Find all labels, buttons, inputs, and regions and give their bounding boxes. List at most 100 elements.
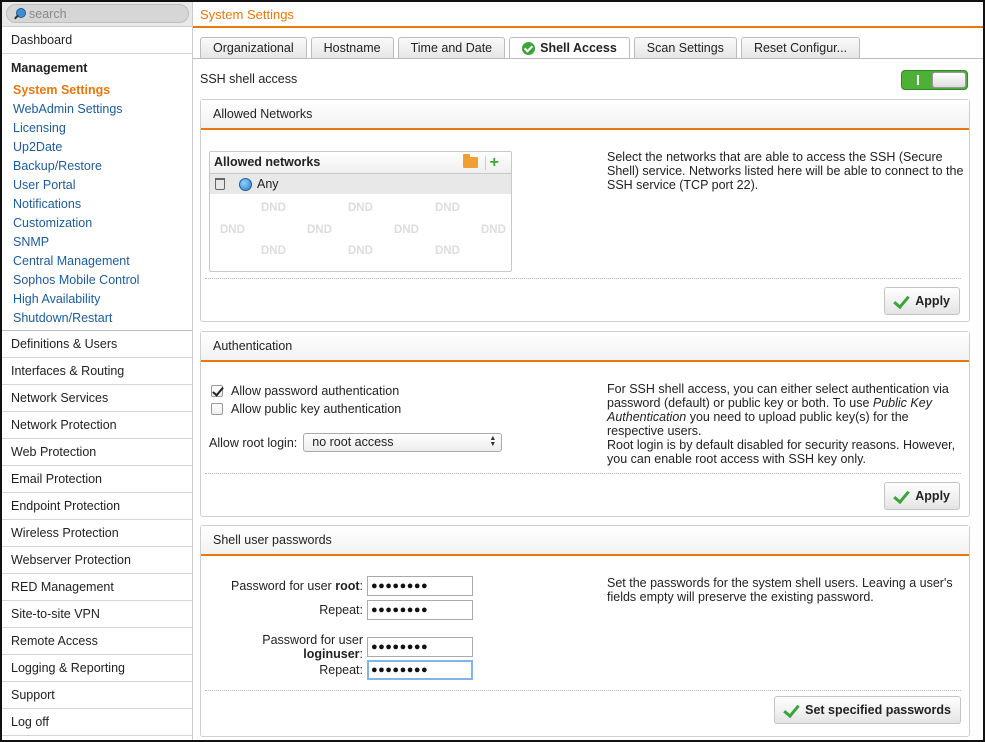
allow-password-auth-checkbox-row[interactable]: Allow password authentication: [211, 384, 399, 398]
root-repeat-row: Repeat: ●●●●●●●●: [201, 600, 473, 620]
management-group: Management System Settings WebAdmin Sett…: [2, 54, 192, 331]
sidebar-item-webserver-protection[interactable]: Webserver Protection: [2, 547, 192, 574]
sidebar-heading-management[interactable]: Management: [2, 54, 192, 81]
username: root: [335, 579, 360, 593]
sidebar-item-network-services[interactable]: Network Services: [2, 385, 192, 412]
sidebar-item-email-protection[interactable]: Email Protection: [2, 466, 192, 493]
shell-passwords-help: Set the passwords for the system shell u…: [607, 576, 953, 604]
allow-pubkey-auth-checkbox[interactable]: [211, 403, 223, 415]
add-icon[interactable]: +: [490, 155, 499, 171]
help-text: Root login is by default disabled for se…: [607, 438, 956, 466]
dnd-hint: DND: [307, 224, 332, 236]
allowed-networks-box-title: Allowed networks: [214, 155, 321, 169]
label-text: Password for user: [230, 579, 336, 593]
sidebar-subitem-sophos-mobile-control[interactable]: Sophos Mobile Control: [2, 271, 192, 290]
sidebar-subitem-customization[interactable]: Customization: [2, 214, 192, 233]
apply-label: Apply: [915, 489, 950, 503]
loginuser-repeat-row: Repeat: ●●●●●●●●: [201, 660, 473, 680]
globe-icon: [239, 177, 252, 191]
search-icon: [13, 7, 27, 21]
tab-time-and-date[interactable]: Time and Date: [397, 37, 506, 58]
sidebar-item-remote-access[interactable]: Remote Access: [2, 628, 192, 655]
dnd-hint: DND: [348, 202, 373, 214]
loginuser-password-row: Password for user loginuser: ●●●●●●●●: [201, 633, 473, 661]
sidebar-subitem-snmp[interactable]: SNMP: [2, 233, 192, 252]
sidebar-item-web-protection[interactable]: Web Protection: [2, 439, 192, 466]
folder-icon[interactable]: [463, 154, 478, 168]
network-name: Any: [257, 177, 279, 191]
sidebar-item-support[interactable]: Support: [2, 682, 192, 709]
search-placeholder: search: [29, 6, 67, 21]
sidebar-subitem-backup-restore[interactable]: Backup/Restore: [2, 157, 192, 176]
sidebar-item-network-protection[interactable]: Network Protection: [2, 412, 192, 439]
dnd-hint: DND: [435, 202, 460, 214]
sidebar-subitem-system-settings[interactable]: System Settings: [2, 81, 192, 100]
divider: [205, 473, 961, 474]
root-login-select[interactable]: no root access ▲ ▼: [303, 433, 503, 452]
sidebar-subitem-shutdown-restart[interactable]: Shutdown/Restart: [2, 309, 192, 328]
trash-icon[interactable]: [215, 178, 225, 190]
loginuser-repeat-label: Repeat:: [319, 663, 363, 677]
dnd-hint: DND: [261, 202, 286, 214]
sidebar-item-definitions-users[interactable]: Definitions & Users: [2, 331, 192, 358]
tab-organizational[interactable]: Organizational: [200, 37, 307, 58]
search-input[interactable]: search: [6, 4, 189, 23]
username: loginuser: [303, 647, 360, 661]
sidebar-item-wireless-protection[interactable]: Wireless Protection: [2, 520, 192, 547]
sidebar-subitem-high-availability[interactable]: High Availability: [2, 290, 192, 309]
allow-pubkey-auth-checkbox-row[interactable]: Allow public key authentication: [211, 402, 401, 416]
network-list-item[interactable]: Any: [210, 174, 511, 194]
sidebar-subitem-central-management[interactable]: Central Management: [2, 252, 192, 271]
allowed-networks-panel: Allowed Networks Allowed networks + Any: [200, 99, 970, 322]
tab-shell-access[interactable]: Shell Access: [509, 37, 630, 58]
tab-hostname[interactable]: Hostname: [310, 37, 394, 58]
allowed-networks-apply-button[interactable]: Apply: [884, 287, 960, 315]
sidebar-item-endpoint-protection[interactable]: Endpoint Protection: [2, 493, 192, 520]
allow-password-auth-checkbox[interactable]: [211, 385, 223, 397]
sidebar-item-interfaces-routing[interactable]: Interfaces & Routing: [2, 358, 192, 385]
label-text: :: [359, 579, 363, 593]
loginuser-password-input[interactable]: ●●●●●●●●: [367, 637, 473, 657]
root-password-label: Password for user root:: [201, 579, 367, 593]
divider: [205, 278, 961, 279]
root-repeat-input[interactable]: ●●●●●●●●: [367, 600, 473, 620]
check-circle-icon: [522, 41, 536, 55]
sidebar-item-log-off[interactable]: Log off: [2, 709, 192, 736]
sidebar-item-red-management[interactable]: RED Management: [2, 574, 192, 601]
sidebar-item-logging-reporting[interactable]: Logging & Reporting: [2, 655, 192, 682]
root-password-input[interactable]: ●●●●●●●●: [367, 576, 473, 596]
tab-scan-settings[interactable]: Scan Settings: [633, 37, 737, 58]
sidebar-item-site-to-site-vpn[interactable]: Site-to-site VPN: [2, 601, 192, 628]
shell-passwords-panel: Shell user passwords Password for user r…: [200, 525, 970, 737]
tab-reset-configuration[interactable]: Reset Configur...: [740, 37, 861, 58]
loginuser-repeat-input[interactable]: ●●●●●●●●: [367, 660, 473, 680]
sidebar-subitem-up2date[interactable]: Up2Date: [2, 138, 192, 157]
allowed-networks-box-header: Allowed networks +: [210, 152, 511, 174]
page-title: System Settings: [193, 2, 983, 28]
checkmark-icon: [893, 293, 909, 309]
sidebar-subitem-webadmin-settings[interactable]: WebAdmin Settings: [2, 100, 192, 119]
ssh-access-toggle[interactable]: [901, 70, 968, 90]
search-bar: search: [2, 2, 192, 27]
toggle-knob: [932, 72, 966, 88]
root-repeat-label: Repeat:: [319, 603, 363, 617]
tab-shell-access-label: Shell Access: [540, 41, 617, 55]
tab-divider: [193, 58, 983, 59]
sidebar-item-dashboard[interactable]: Dashboard: [2, 27, 192, 54]
select-arrows-icon: ▲ ▼: [489, 435, 497, 448]
sidebar-subitem-notifications[interactable]: Notifications: [2, 195, 192, 214]
dnd-hint: DND: [394, 224, 419, 236]
sidebar-subitem-licensing[interactable]: Licensing: [2, 119, 192, 138]
sidebar-subitem-user-portal[interactable]: User Portal: [2, 176, 192, 195]
divider: [205, 690, 961, 691]
dnd-hint: DND: [261, 245, 286, 257]
authentication-apply-button[interactable]: Apply: [884, 482, 960, 510]
root-login-label: Allow root login:: [209, 435, 298, 450]
sidebar: search Dashboard Management System Setti…: [2, 2, 193, 740]
drop-zone[interactable]: DND DND DND DND DND DND DND DND DND DND: [210, 194, 511, 271]
set-passwords-button[interactable]: Set specified passwords: [774, 696, 961, 724]
allowed-networks-panel-title: Allowed Networks: [201, 100, 969, 130]
allowed-networks-help: Select the networks that are able to acc…: [607, 150, 964, 192]
apply-label: Apply: [915, 294, 950, 308]
app-window: search Dashboard Management System Setti…: [2, 2, 983, 740]
